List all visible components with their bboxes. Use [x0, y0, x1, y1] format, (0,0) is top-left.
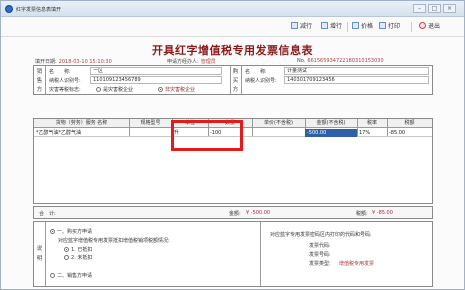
not-deducted-label: 2. 未抵扣 — [71, 255, 93, 261]
form-number: No. 661565934722180310153030 — [297, 58, 384, 64]
seller-doc-option-2-label: 非灾害税企业 — [165, 87, 196, 93]
add-row-icon — [321, 22, 328, 29]
seller-name-field[interactable]: 一区 — [90, 67, 222, 75]
divider — [260, 222, 261, 286]
totals-amount-label: 金额: — [229, 211, 241, 217]
power-icon — [419, 22, 426, 29]
seller-taxid-label: 纳税人识别号: — [49, 78, 81, 84]
deduction-question: 对应蓝字增值税专用发票抵扣增值税销项税额情况: — [58, 238, 170, 244]
window-title: 红字发票信息表填开 — [16, 7, 62, 13]
seller-taxid-field[interactable]: 110109123456789 — [90, 76, 222, 84]
title-bar: 红字发票信息表填开 – □ × — [1, 1, 464, 17]
seller-request-label: 二、销售方申请 — [57, 273, 93, 279]
deducted-label: 1. 已抵扣 — [71, 247, 93, 253]
seller-side-label-3: 方 — [36, 87, 43, 93]
exit-label: 退出 — [428, 23, 441, 30]
parties-box: 销 售 方 名 称: 一区 纳税人识别号: 110109123456789 灾害… — [33, 65, 433, 95]
fill-date: 填开日期: 2018-03-10 15:10:30 — [35, 58, 112, 65]
radio-icon — [64, 255, 69, 260]
price-label: 价格 — [361, 23, 374, 30]
toolbar-separator — [411, 22, 412, 32]
seller-side-label-1: 销 — [36, 69, 43, 75]
row-price[interactable] — [252, 129, 305, 137]
buyer-request-option[interactable]: 一、购买方申请 — [50, 228, 92, 235]
print-button[interactable]: 打印 — [379, 21, 400, 33]
price-checkbox-icon — [352, 22, 359, 29]
radio-icon — [50, 273, 55, 278]
col-header-amount: 金额(不含税) — [316, 120, 346, 126]
seller-doc-option-1-label: 是灾害税企业 — [103, 87, 134, 93]
seller-doc-option-2[interactable]: 非灾害税企业 — [158, 86, 195, 93]
app-window: 红字发票信息表填开 – □ × 减行 增行 价格 打印 退出 开具红字增值税专用… — [0, 0, 465, 290]
row-spec[interactable] — [129, 129, 172, 137]
totals-tax-label: 税额: — [356, 211, 368, 217]
totals-tax-value: ¥ -85.00 — [372, 210, 393, 216]
radio-selected-icon — [50, 229, 55, 234]
col-header-price: 单价(不含税) — [264, 120, 293, 126]
seller-side-label-2: 售 — [36, 78, 43, 84]
printer-icon — [379, 22, 386, 29]
buyer-request-label: 一、购买方申请 — [57, 229, 93, 235]
radio-selected-icon — [64, 247, 69, 252]
divider — [45, 222, 46, 286]
invoice-type-value: 增值税专用发票 — [339, 261, 375, 267]
radio-icon — [96, 87, 101, 92]
invoice-code-label: 发票代码: — [309, 243, 331, 249]
row-rate[interactable]: 17% — [357, 129, 387, 137]
row-goods-name[interactable]: *乙醇气油*乙醇气油 — [34, 129, 129, 137]
toolbar: 减行 增行 价格 打印 退出 — [1, 17, 464, 37]
buyer-name-label: 名 称: — [245, 69, 267, 75]
row-tax[interactable]: -85.00 — [387, 129, 432, 137]
seller-doc-label: 灾害等税标志: — [49, 87, 81, 93]
notes-side-label-2: 明 — [36, 256, 43, 262]
minimize-button[interactable]: – — [413, 4, 426, 13]
col-header-spec: 规格型号 — [140, 120, 161, 126]
divider — [241, 66, 242, 94]
buyer-taxid-label: 纳税人识别号: — [245, 78, 277, 84]
totals-amount-value: ¥ -500.00 — [246, 210, 271, 216]
col-header-name: 货物（劳务）服务 名称 — [55, 120, 108, 126]
applicant: 申请方经办人: 管理员 — [167, 58, 216, 65]
notes-box: 说 明 一、购买方申请 对应蓝字增值税专用发票抵扣增值税销项税额情况: 1. 已… — [33, 221, 433, 287]
totals-bar: 合 计: 金额: ¥ -500.00 税额: ¥ -85.00 — [33, 206, 433, 219]
toolbar-separator — [347, 22, 348, 32]
divider — [45, 66, 46, 94]
radio-selected-icon — [158, 87, 163, 92]
totals-label: 合 计: — [39, 211, 56, 217]
delete-row-label: 减行 — [300, 23, 313, 30]
seller-request-option[interactable]: 二、销售方申请 — [50, 272, 92, 279]
add-row-label: 增行 — [330, 23, 343, 30]
invoice-number-label: 发票号码: — [309, 252, 331, 258]
buyer-side-label-3: 方 — [232, 87, 239, 93]
col-header-tax: 税额 — [404, 120, 415, 126]
buyer-side-label-2: 买 — [232, 78, 239, 84]
highlight-annotation — [171, 120, 243, 151]
seller-doc-option-1[interactable]: 是灾害税企业 — [96, 86, 133, 93]
notes-side-label-1: 说 — [36, 246, 43, 252]
not-deducted-option[interactable]: 2. 未抵扣 — [64, 254, 92, 261]
price-button[interactable]: 价格 — [352, 21, 373, 33]
delete-row-button[interactable]: 减行 — [291, 21, 312, 33]
form-number-label: No. — [297, 58, 306, 64]
app-icon — [5, 5, 13, 13]
blue-invoice-heading: 对应蓝字专用发票密码区内打印的代码和号码: — [270, 232, 372, 238]
buyer-side-label-1: 购 — [232, 69, 239, 75]
deducted-option[interactable]: 1. 已抵扣 — [64, 246, 92, 253]
maximize-button[interactable]: □ — [428, 4, 441, 13]
buyer-taxid-field[interactable]: 140301709123456 — [284, 76, 429, 84]
print-label: 打印 — [388, 23, 401, 30]
col-header-rate: 税率 — [366, 120, 377, 126]
invoice-type-label: 发票类型: — [309, 261, 331, 267]
add-row-button[interactable]: 增行 — [321, 21, 342, 33]
buyer-name-field[interactable]: 计量测试 — [284, 67, 429, 75]
delete-row-icon — [291, 22, 298, 29]
close-button[interactable]: × — [443, 4, 456, 13]
form-title: 开具红字增值税专用发票信息表 — [152, 44, 313, 57]
exit-button[interactable]: 退出 — [419, 21, 440, 33]
form-number-value: 661565934722180310153030 — [307, 58, 384, 64]
row-amount[interactable]: -500.00 — [305, 129, 357, 137]
seller-name-label: 名 称: — [49, 69, 71, 75]
